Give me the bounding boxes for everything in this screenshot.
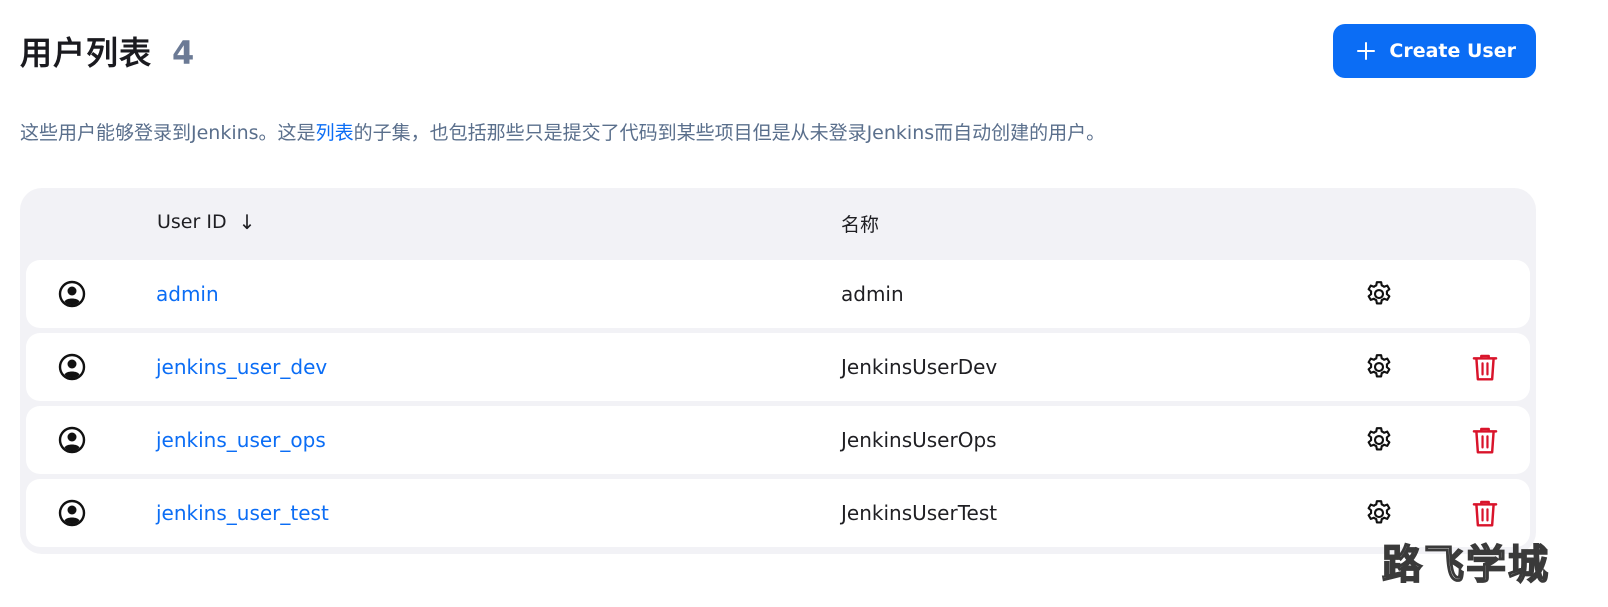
- trash-icon: [1472, 500, 1498, 527]
- watermark-logo: 路飞学城: [1381, 541, 1550, 589]
- user-avatar-icon: [58, 426, 86, 454]
- description-text-start: 这些用户能够登录到Jenkins。这是: [20, 122, 316, 144]
- watermark: 路飞学城: [1380, 538, 1560, 590]
- page-header: 用户列表 4 Create User: [20, 24, 1536, 78]
- configure-user-button[interactable]: [1364, 425, 1394, 455]
- create-user-button[interactable]: Create User: [1333, 24, 1536, 78]
- gear-icon: [1367, 354, 1391, 378]
- people-list-link[interactable]: 列表: [316, 122, 354, 144]
- table-header: User ID ↓ 名称: [20, 188, 1536, 260]
- user-avatar-icon: [58, 353, 86, 381]
- configure-cell: [1364, 406, 1394, 474]
- user-id-cell: admin: [156, 260, 219, 328]
- user-id-link[interactable]: jenkins_user_test: [156, 501, 329, 525]
- user-id-link[interactable]: jenkins_user_dev: [156, 355, 327, 379]
- avatar: [58, 406, 86, 474]
- user-id-cell: jenkins_user_dev: [156, 333, 327, 401]
- configure-user-button[interactable]: [1364, 279, 1394, 309]
- user-id-link[interactable]: jenkins_user_ops: [156, 428, 326, 452]
- trash-icon: [1472, 427, 1498, 454]
- svg-text:路飞学城: 路飞学城: [1382, 542, 1550, 588]
- user-id-cell: jenkins_user_ops: [156, 406, 326, 474]
- delete-cell: [1470, 479, 1500, 547]
- avatar: [58, 333, 86, 401]
- user-id-link[interactable]: admin: [156, 282, 219, 306]
- sort-arrow-icon: ↓: [238, 210, 256, 234]
- user-name-cell: JenkinsUserTest: [841, 501, 998, 525]
- gear-icon: [1367, 500, 1391, 524]
- plus-icon: [1357, 42, 1376, 60]
- column-header-name[interactable]: 名称: [841, 210, 879, 237]
- delete-user-button[interactable]: [1470, 424, 1500, 456]
- user-count: 4: [172, 34, 195, 72]
- user-name-cell: JenkinsUserOps: [841, 428, 997, 452]
- configure-cell: [1364, 479, 1394, 547]
- configure-cell: [1364, 333, 1394, 401]
- column-header-user-id[interactable]: User ID ↓: [157, 210, 255, 234]
- configure-user-button[interactable]: [1364, 498, 1394, 528]
- table-row: admin admin: [26, 260, 1530, 328]
- user-avatar-icon: [58, 280, 86, 308]
- avatar: [58, 260, 86, 328]
- configure-user-button[interactable]: [1364, 352, 1394, 382]
- gear-icon: [1367, 427, 1391, 451]
- title-group: 用户列表 4: [20, 28, 194, 74]
- user-id-cell: jenkins_user_test: [156, 479, 329, 547]
- trash-icon: [1472, 354, 1498, 381]
- column-label-user-id: User ID: [157, 211, 227, 233]
- table-row: jenkins_user_ops JenkinsUserOps: [26, 406, 1530, 474]
- page-title: 用户列表: [20, 34, 153, 72]
- table-row: jenkins_user_dev JenkinsUserDev: [26, 333, 1530, 401]
- create-user-label: Create User: [1389, 40, 1516, 62]
- page-description: 这些用户能够登录到Jenkins。这是列表的子集，也包括那些只是提交了代码到某些…: [20, 120, 1568, 146]
- users-table: User ID ↓ 名称 admin admin jenkins_user_de…: [20, 188, 1536, 554]
- user-name-cell: admin: [841, 282, 904, 306]
- user-avatar-icon: [58, 499, 86, 527]
- delete-cell: [1470, 333, 1500, 401]
- table-row: jenkins_user_test JenkinsUserTest: [26, 479, 1530, 547]
- configure-cell: [1364, 260, 1394, 328]
- delete-cell: [1470, 406, 1500, 474]
- user-name-cell: JenkinsUserDev: [841, 355, 998, 379]
- avatar: [58, 479, 86, 547]
- delete-user-button[interactable]: [1470, 351, 1500, 383]
- gear-icon: [1367, 281, 1391, 305]
- delete-user-button[interactable]: [1470, 497, 1500, 529]
- description-text-end: 的子集，也包括那些只是提交了代码到某些项目但是从未登录Jenkins而自动创建的…: [353, 122, 1106, 144]
